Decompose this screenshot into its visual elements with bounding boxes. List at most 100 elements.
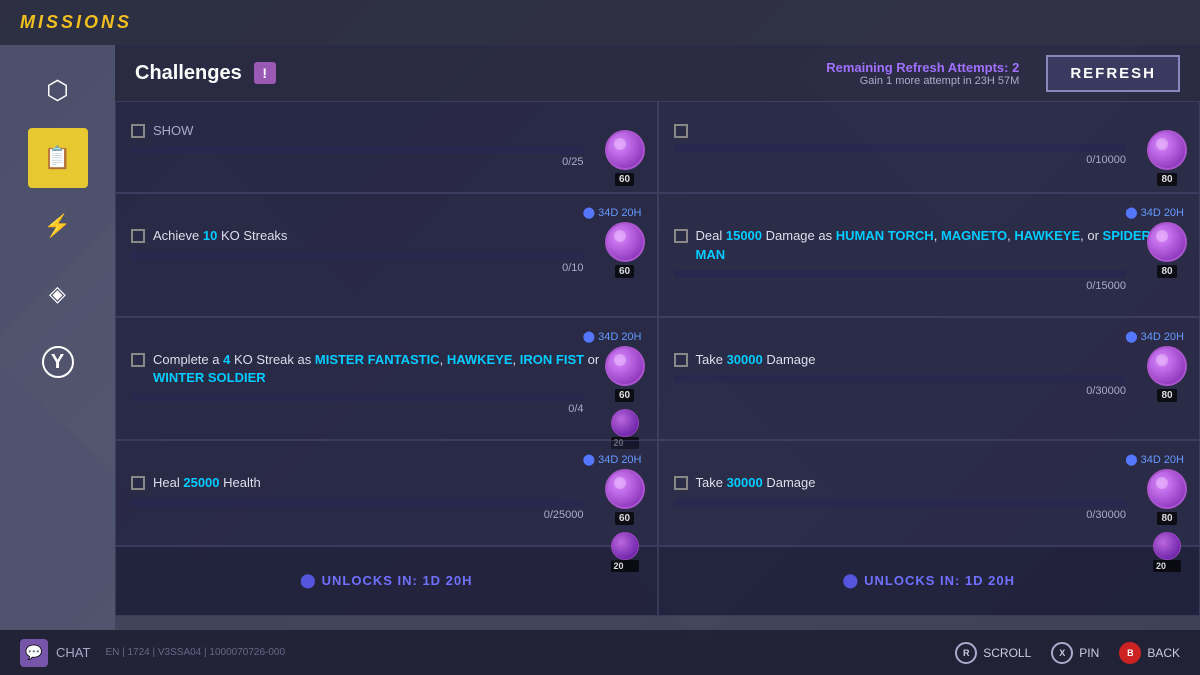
challenge-take-row-1: Take 30000 Damage <box>674 351 1185 369</box>
highlight-10: 10 <box>203 228 217 243</box>
back-label: BACK <box>1147 646 1180 660</box>
reward-label-ko-streak: 60 <box>615 389 634 402</box>
challenge-ko-streak-row: Complete a 4 KO Streak as MISTER FANTAST… <box>131 351 642 387</box>
timer-deal-damage: ⬤ 34D 20H <box>674 206 1185 219</box>
timer-take-damage-2: ⬤ 34D 20H <box>674 453 1185 466</box>
checkbox-heal[interactable] <box>131 476 145 490</box>
sidebar-item-cards[interactable]: ⚡ <box>28 196 88 256</box>
reward-label-ko: 60 <box>615 265 634 278</box>
reward-ko: 60 <box>605 222 645 278</box>
refresh-attempts-text: Remaining Refresh Attempts: 2 <box>826 60 1019 75</box>
scroll-label: SCROLL <box>983 646 1031 660</box>
reward-gem-ko <box>605 222 645 262</box>
progress-text-row1-right: 0/10000 <box>674 154 1127 166</box>
challenges-title: Challenges <box>135 62 242 85</box>
challenge-deal-row: Deal 15000 Damage as HUMAN TORCH, MAGNET… <box>674 227 1185 263</box>
name-human-torch: HUMAN TORCH <box>836 228 934 243</box>
progress-bar-show <box>131 146 584 154</box>
reward-label-small-take2: 20 <box>1153 560 1181 572</box>
checkbox-take-damage-2[interactable] <box>674 476 688 490</box>
name-winter-soldier: WINTER SOLDIER <box>153 370 266 385</box>
unlock-cell-right: ⬤ UNLOCKS IN: 1D 20H <box>658 546 1200 616</box>
progress-text-ko-streak: 0/4 <box>131 403 584 415</box>
scroll-btn[interactable]: R <box>955 642 977 664</box>
sidebar-item-y[interactable]: Y <box>28 332 88 392</box>
back-btn[interactable]: B <box>1119 642 1141 664</box>
progress-bar-deal <box>674 270 1127 278</box>
scroll-control[interactable]: R SCROLL <box>955 642 1031 664</box>
info-badge[interactable]: ! <box>254 62 276 84</box>
reward-heal: 60 20 <box>605 469 645 572</box>
reward-gem-heal <box>605 469 645 509</box>
refresh-button[interactable]: REFRESH <box>1046 55 1180 92</box>
unlock-text-left: UNLOCKS IN: 1D 20H <box>322 573 473 588</box>
progress-text-heal: 0/25000 <box>131 509 584 521</box>
challenge-deal-damage: ⬤ 34D 20H Deal 15000 Damage as HUMAN TOR… <box>658 193 1200 317</box>
progress-bar-take-1 <box>674 375 1127 383</box>
challenge-show-text: SHOW <box>153 122 642 140</box>
reward-take-2: 80 20 <box>1147 469 1187 572</box>
challenge-take-row-2: Take 30000 Damage <box>674 474 1185 492</box>
page-title: MISSIONS <box>20 12 132 33</box>
status-text: EN | 1724 | V3SSA04 | 1000070726-000 <box>105 647 285 658</box>
name-iron-fist: IRON FIST <box>520 352 584 367</box>
main-content: Challenges ! Remaining Refresh Attempts:… <box>115 45 1200 630</box>
chat-icon[interactable]: 💬 <box>20 639 48 667</box>
reward-show: 60 <box>605 130 645 186</box>
reward-row1-right: 80 <box>1147 130 1187 186</box>
challenge-show-checkbox[interactable] <box>131 124 145 138</box>
timer-ko-streaks: ⬤ 34D 20H <box>131 206 642 219</box>
progress-bar-ko-streak <box>131 393 584 401</box>
text-take-damage-1: Take 30000 Damage <box>696 351 1185 369</box>
bottom-controls: R SCROLL X PIN B BACK <box>955 642 1180 664</box>
reward-gem-take-1 <box>1147 346 1187 386</box>
text-ko-streak-heroes: Complete a 4 KO Streak as MISTER FANTAST… <box>153 351 642 387</box>
challenge-take-damage-2: ⬤ 34D 20H Take 30000 Damage 0/30000 80 <box>658 440 1200 545</box>
name-hawkeye2: HAWKEYE <box>447 352 513 367</box>
reward-gem-small-heal <box>611 532 639 560</box>
reward-deal: 80 <box>1147 222 1187 278</box>
progress-bar-heal <box>131 499 584 507</box>
shield-icon: ◈ <box>49 281 66 307</box>
chat-section: 💬 CHAT <box>20 639 90 667</box>
challenge-take-damage-1: ⬤ 34D 20H Take 30000 Damage 0/30000 80 <box>658 317 1200 441</box>
pin-btn[interactable]: X <box>1051 642 1073 664</box>
cards-icon: ⚡ <box>44 213 71 239</box>
reward-gem-row1-right <box>1147 130 1187 170</box>
sidebar-item-calendar[interactable]: 📋 <box>28 128 88 188</box>
sidebar-item-shield[interactable]: ◈ <box>28 264 88 324</box>
back-control[interactable]: B BACK <box>1119 642 1180 664</box>
chat-label[interactable]: CHAT <box>56 645 90 660</box>
pin-control[interactable]: X PIN <box>1051 642 1099 664</box>
checkbox-take-damage-1[interactable] <box>674 353 688 367</box>
checkbox-ko-streak-heroes[interactable] <box>131 353 145 367</box>
reward-label-show: 60 <box>615 173 634 186</box>
progress-text-ko: 0/10 <box>131 262 584 274</box>
calendar-icon: 📋 <box>44 145 71 171</box>
checkbox-deal-damage[interactable] <box>674 229 688 243</box>
challenge-row1-right: 0/10000 80 <box>658 101 1200 193</box>
refresh-timer-text: Gain 1 more attempt in 23H 57M <box>826 75 1019 87</box>
name-hawkeye: HAWKEYE <box>1014 228 1080 243</box>
timer-take-damage-1: ⬤ 34D 20H <box>674 330 1185 343</box>
reward-label-take-1: 80 <box>1157 389 1176 402</box>
unlock-text-right: UNLOCKS IN: 1D 20H <box>864 573 1015 588</box>
challenge-ko-row: Achieve 10 KO Streaks <box>131 227 642 245</box>
reward-label-row1-right: 80 <box>1157 173 1176 186</box>
progress-text-take-2: 0/30000 <box>674 509 1127 521</box>
unlock-icon-left: ⬤ <box>300 572 316 589</box>
highlight-15000: 15000 <box>726 228 762 243</box>
sidebar-item-cube[interactable]: ⬡ <box>28 60 88 120</box>
reward-label-small-heal: 20 <box>611 560 639 572</box>
highlight-4: 4 <box>223 352 230 367</box>
checkbox-row1-right[interactable] <box>674 124 688 138</box>
unlock-cell-left: ⬤ UNLOCKS IN: 1D 20H <box>115 546 658 616</box>
reward-gem-take-2 <box>1147 469 1187 509</box>
timer-ko-streak-heroes: ⬤ 34D 20H <box>131 330 642 343</box>
reward-gem-ko-streak <box>605 346 645 386</box>
reward-ko-streak: 60 20 <box>605 346 645 449</box>
progress-text-deal: 0/15000 <box>674 280 1127 292</box>
challenges-header: Challenges ! Remaining Refresh Attempts:… <box>115 45 1200 101</box>
checkbox-ko-streaks[interactable] <box>131 229 145 243</box>
name-magneto: MAGNETO <box>941 228 1007 243</box>
